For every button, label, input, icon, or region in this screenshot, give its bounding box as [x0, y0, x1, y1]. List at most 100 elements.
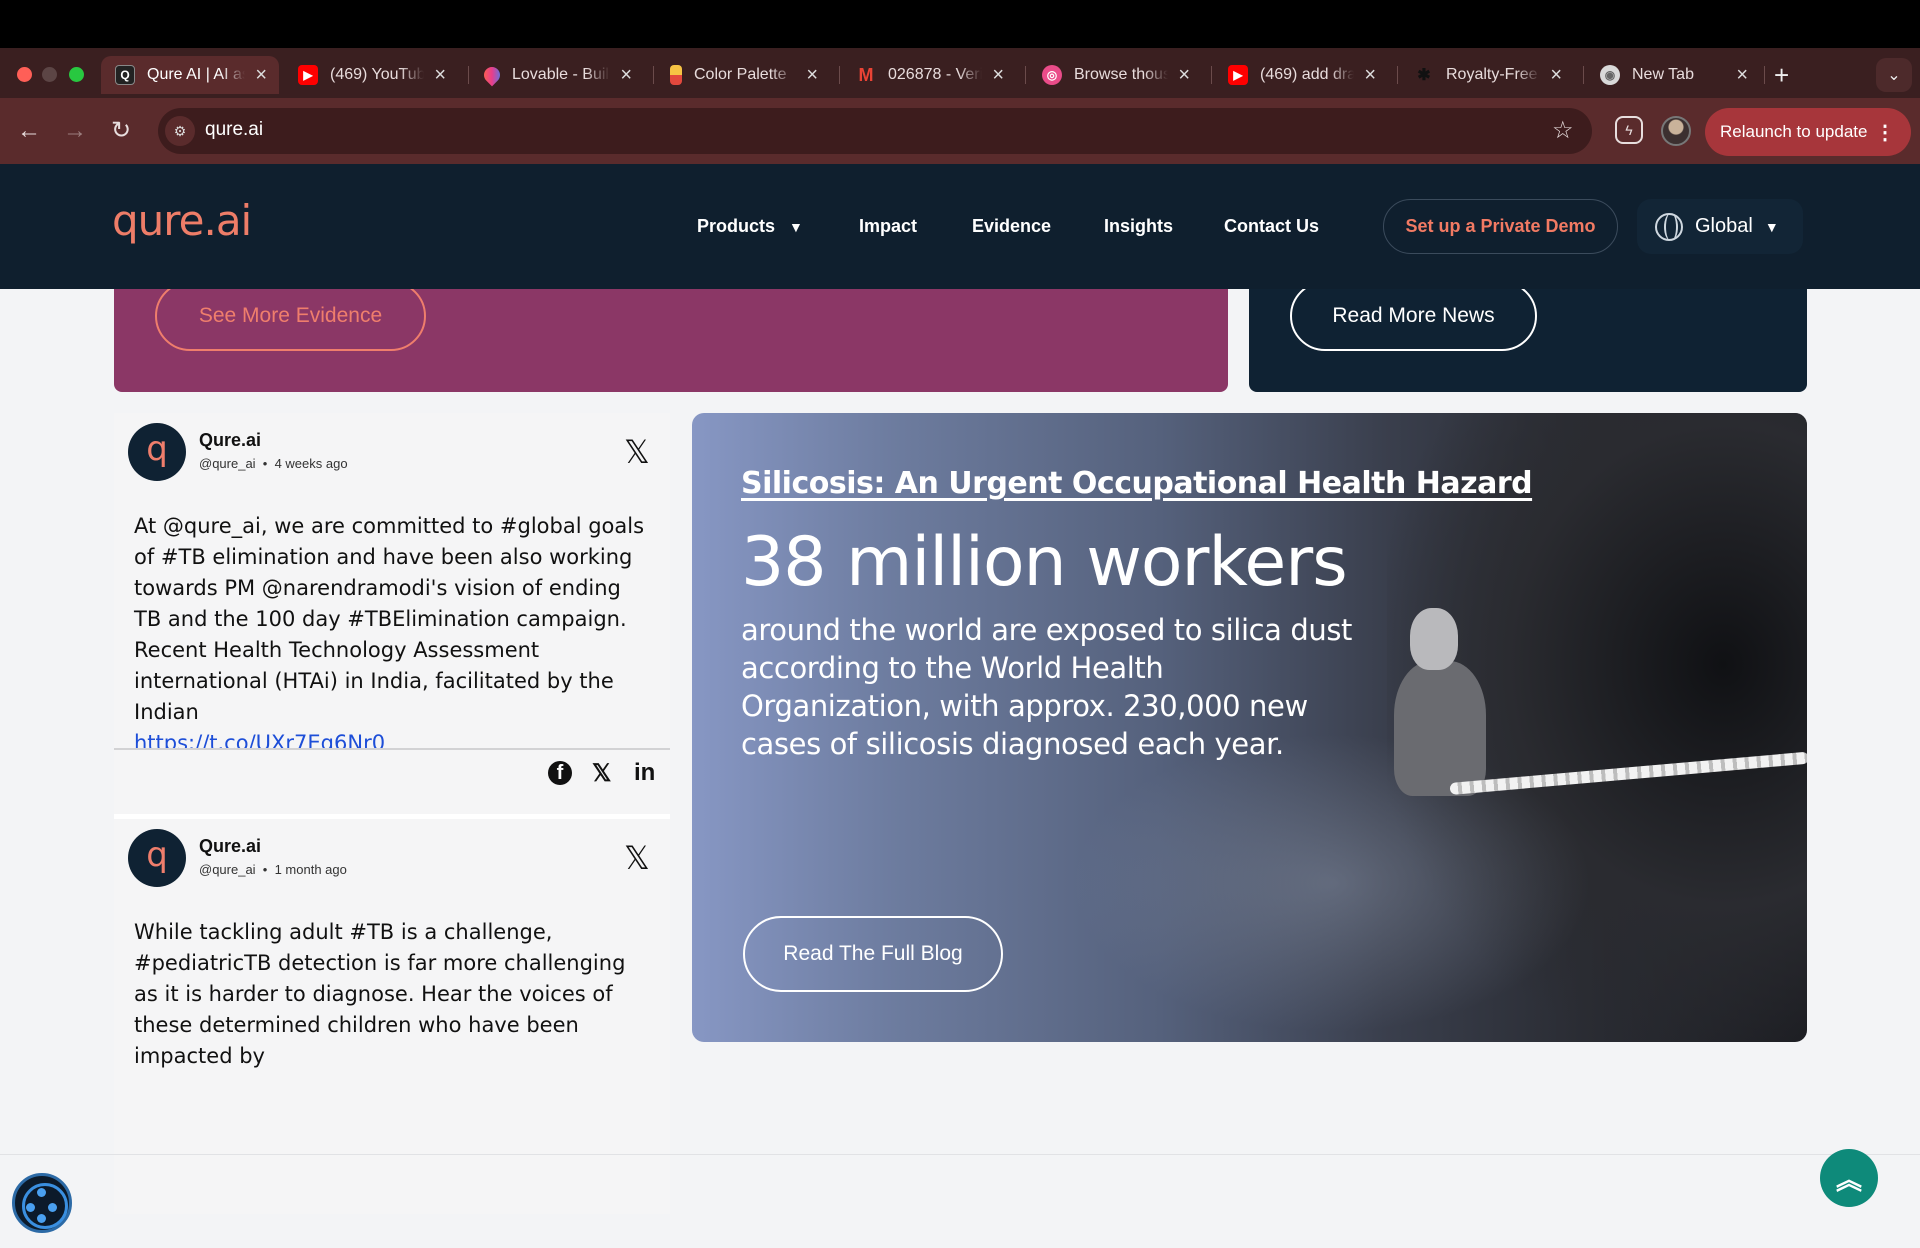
browser-tab-dribbble[interactable]: ◎ Browse thousands ×: [1028, 56, 1202, 94]
window-maximize-button[interactable]: [69, 67, 84, 82]
close-icon[interactable]: ×: [992, 64, 1004, 87]
facebook-icon[interactable]: f: [548, 761, 572, 785]
window-close-button[interactable]: [17, 67, 32, 82]
silicosis-blog-card: Silicosis: An Urgent Occupational Health…: [692, 413, 1807, 1042]
chevron-down-icon: ▼: [789, 219, 803, 235]
tab-separator: [468, 66, 469, 84]
tweet-handle: @qure_ai: [199, 456, 256, 471]
youtube-icon: ▶: [298, 65, 318, 85]
linkedin-icon[interactable]: in: [634, 759, 655, 787]
tab-search-chevron-icon[interactable]: ⌄: [1876, 58, 1912, 92]
browser-tab-new-tab[interactable]: ◉ New Tab ×: [1586, 56, 1760, 94]
tweet-card: q Qure.ai @qure_ai • 4 weeks ago 𝕏 At @q…: [114, 413, 670, 814]
worker-photo-head: [1410, 608, 1458, 670]
read-full-blog-button[interactable]: Read The Full Blog: [743, 916, 1003, 992]
gmail-icon: M: [858, 64, 874, 85]
nav-insights[interactable]: Insights: [1104, 216, 1173, 237]
accessibility-icon: [37, 1214, 46, 1223]
close-icon[interactable]: ×: [620, 64, 632, 87]
browser-tab-qure[interactable]: Q Qure AI | AI assisted Medical Imaging …: [101, 56, 279, 94]
avatar[interactable]: q: [128, 423, 186, 481]
browser-tab-color-palette[interactable]: Color Palette ×: [656, 56, 830, 94]
nav-products[interactable]: Products ▼: [697, 216, 803, 237]
accessibility-icon: [26, 1203, 35, 1212]
browser-tab-youtube[interactable]: ▶ (469) YouTube ×: [284, 56, 458, 94]
tweet-author-name[interactable]: Qure.ai: [199, 836, 261, 857]
region-label: Global: [1695, 215, 1753, 237]
tab-separator: [1764, 66, 1765, 84]
nav-contact-us[interactable]: Contact Us: [1224, 216, 1319, 237]
tab-title: Color Palette: [694, 66, 787, 83]
tab-separator: [1025, 66, 1026, 84]
chrome-icon: ◉: [1600, 65, 1620, 85]
tab-title: Lovable - Build: [512, 66, 611, 83]
back-arrow-icon[interactable]: ←: [17, 116, 41, 146]
new-tab-plus-icon[interactable]: +: [1774, 60, 1789, 91]
browser-tab-royalty-free[interactable]: ✱ Royalty-Free ×: [1400, 56, 1574, 94]
scroll-to-top-button[interactable]: ︽: [1820, 1149, 1878, 1207]
tweet-meta: @qure_ai • 1 month ago: [199, 862, 347, 877]
youtube-icon: ▶: [1228, 65, 1248, 85]
nav-products-label: Products: [697, 216, 776, 236]
tweet-text: While tackling adult #TB is a challenge,…: [134, 920, 626, 1068]
relaunch-label: Relaunch to update: [1720, 122, 1868, 141]
browser-tab-lovable[interactable]: Lovable - Build ×: [470, 56, 644, 94]
forward-arrow-icon[interactable]: →: [63, 116, 87, 146]
private-demo-button[interactable]: Set up a Private Demo: [1383, 199, 1618, 254]
qure-logo[interactable]: qure.ai: [112, 196, 252, 245]
window-minimize-button[interactable]: [42, 67, 57, 82]
double-chevron-up-icon: ︽: [1835, 1164, 1862, 1195]
extensions-icon[interactable]: ϟ: [1615, 116, 1643, 144]
tab-separator: [839, 66, 840, 84]
url-text[interactable]: qure.ai: [205, 119, 263, 141]
profile-avatar[interactable]: [1661, 116, 1691, 146]
tweet-body: At @qure_ai, we are committed to #global…: [134, 514, 645, 724]
close-icon[interactable]: ×: [255, 64, 267, 87]
macos-menubar-area: [0, 0, 1920, 48]
tab-separator: [1583, 66, 1584, 84]
tab-separator: [1397, 66, 1398, 84]
close-icon[interactable]: ×: [1736, 64, 1748, 87]
bookmark-star-icon[interactable]: ☆: [1552, 116, 1574, 145]
tab-separator: [653, 66, 654, 84]
see-more-evidence-button[interactable]: See More Evidence: [155, 281, 426, 351]
close-icon[interactable]: ×: [1364, 64, 1376, 87]
blog-title-link[interactable]: Silicosis: An Urgent Occupational Health…: [741, 466, 1533, 501]
close-icon[interactable]: ×: [806, 64, 818, 87]
tweet-time: 4 weeks ago: [274, 456, 348, 471]
relaunch-to-update-button[interactable]: Relaunch to update ⋮: [1705, 108, 1911, 156]
close-icon[interactable]: ×: [1550, 64, 1562, 87]
nav-impact[interactable]: Impact: [859, 216, 917, 237]
close-icon[interactable]: ×: [434, 64, 446, 87]
reload-icon[interactable]: ↻: [111, 116, 131, 146]
globe-icon: [1655, 212, 1683, 241]
address-bar[interactable]: [158, 108, 1592, 154]
read-more-news-button[interactable]: Read More News: [1290, 281, 1537, 351]
chevron-down-icon: ▼: [1764, 218, 1779, 235]
site-settings-icon[interactable]: ⚙: [165, 116, 195, 146]
tab-title: Royalty-Free: [1446, 66, 1538, 83]
browser-tab-gmail[interactable]: M 026878 - Verification ×: [842, 56, 1016, 94]
tab-title: Browse thousands: [1074, 66, 1169, 83]
more-vertical-icon: ⋮: [1875, 121, 1895, 144]
x-share-icon[interactable]: 𝕏: [592, 759, 611, 788]
region-selector[interactable]: Global ▼: [1637, 199, 1803, 254]
lovable-heart-icon: [480, 63, 504, 87]
accessibility-widget-button[interactable]: [12, 1173, 72, 1233]
x-logo-icon[interactable]: 𝕏: [624, 839, 650, 877]
dribbble-icon: ◎: [1042, 65, 1062, 85]
tab-title: Qure AI | AI assisted Medical Imaging: [147, 66, 245, 83]
tweet-handle: @qure_ai: [199, 862, 256, 877]
tweet-time: 1 month ago: [274, 862, 347, 877]
browser-tab-youtube-2[interactable]: ▶ (469) add drag ×: [1214, 56, 1388, 94]
tweet-author-name[interactable]: Qure.ai: [199, 430, 261, 451]
close-icon[interactable]: ×: [1178, 64, 1190, 87]
x-logo-icon[interactable]: 𝕏: [624, 433, 650, 471]
tweet-text: At @qure_ai, we are committed to #global…: [134, 511, 654, 759]
nav-evidence[interactable]: Evidence: [972, 216, 1051, 237]
tab-separator: [1211, 66, 1212, 84]
site-header: qure.ai Products ▼ Impact Evidence Insigh…: [0, 164, 1920, 289]
accessibility-icon: [37, 1188, 46, 1197]
avatar[interactable]: q: [128, 829, 186, 887]
tab-title: New Tab: [1632, 66, 1694, 83]
